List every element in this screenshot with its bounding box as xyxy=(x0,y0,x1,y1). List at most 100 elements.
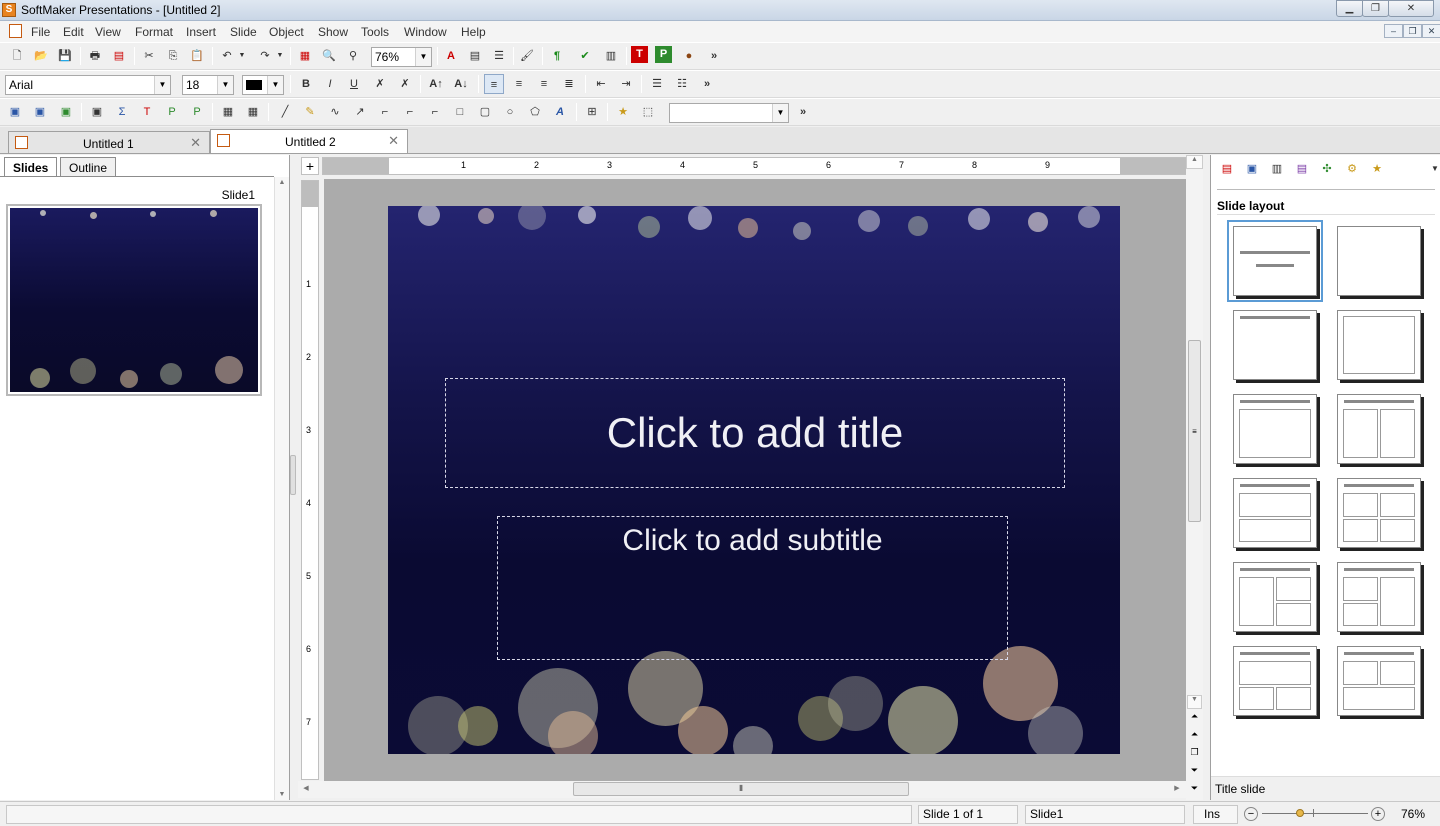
layout-two-content[interactable] xyxy=(1337,394,1421,464)
text-color-combo[interactable]: ▼ xyxy=(242,75,284,95)
star-icon[interactable]: ★ xyxy=(613,102,633,122)
image-icon[interactable]: ▣ xyxy=(56,102,76,122)
grow-font-icon[interactable]: A↑ xyxy=(426,74,446,94)
insert-list-icon[interactable]: ☰ xyxy=(489,46,509,66)
textart-icon[interactable]: A xyxy=(550,102,570,122)
animation-icon[interactable]: ⬚ xyxy=(638,102,658,122)
chevron-down-icon[interactable]: ▼ xyxy=(1425,159,1440,179)
formula-icon[interactable]: Σ xyxy=(112,102,132,122)
status-zoom[interactable]: 76% xyxy=(1401,807,1425,821)
layout-left-tall-right-split[interactable] xyxy=(1233,562,1317,632)
slide-layout-icon[interactable]: ▤ xyxy=(1217,159,1237,179)
menu-view[interactable]: View xyxy=(95,25,121,39)
textmaker-icon[interactable]: T xyxy=(631,46,648,63)
justify-icon[interactable]: ≣ xyxy=(559,74,579,94)
vertical-ruler[interactable]: 1 2 3 4 5 6 7 xyxy=(301,180,319,780)
shrink-font-icon[interactable]: A↓ xyxy=(451,74,471,94)
status-insert-mode[interactable]: Ins xyxy=(1193,805,1238,824)
slide[interactable]: Click to add title Click to add subtitle xyxy=(388,206,1120,754)
curved-connector-icon[interactable]: ⌐ xyxy=(425,102,445,122)
show-formatting-icon[interactable]: ¶ xyxy=(547,46,567,66)
menu-format[interactable]: Format xyxy=(135,25,173,39)
increase-indent-icon[interactable]: ⇥ xyxy=(616,74,636,94)
font-size-combo[interactable]: 18 ▼ xyxy=(182,75,234,95)
format-painter-icon[interactable]: 🖌 xyxy=(517,46,537,66)
horizontal-ruler[interactable]: 1 2 3 4 5 6 7 8 9 xyxy=(322,157,1186,175)
scroll-thumb[interactable]: ≡ xyxy=(1188,340,1201,522)
slide-thumbnail[interactable] xyxy=(6,204,262,396)
frame-icon[interactable]: ▣ xyxy=(5,102,25,122)
tab-untitled-2[interactable]: Untitled 2 ✕ xyxy=(210,129,408,153)
autoshape-icon[interactable]: ⬠ xyxy=(525,102,545,122)
splitter-handle[interactable] xyxy=(290,455,296,495)
picture-frame-icon[interactable]: ▣ xyxy=(30,102,50,122)
subtitle-placeholder[interactable]: Click to add subtitle xyxy=(497,516,1008,660)
slide-view-icon[interactable]: ▦ xyxy=(295,46,315,66)
menu-edit[interactable]: Edit xyxy=(63,25,84,39)
menu-slide[interactable]: Slide xyxy=(230,25,257,39)
title-placeholder[interactable]: Click to add title xyxy=(445,378,1065,488)
media-icon[interactable]: ▦ xyxy=(218,102,238,122)
scroll-right-icon[interactable]: ▶ xyxy=(1170,782,1184,796)
mdi-minimize-button[interactable]: – xyxy=(1384,24,1403,38)
elbow-connector-icon[interactable]: ⌐ xyxy=(400,102,420,122)
chart-icon[interactable]: ▥ xyxy=(601,46,621,66)
close-button[interactable]: ✕ xyxy=(1388,0,1434,17)
bold-icon[interactable]: B xyxy=(296,74,316,94)
chevron-down-icon[interactable]: ▼ xyxy=(267,76,283,94)
color-scheme-icon[interactable]: ▥ xyxy=(1267,159,1287,179)
align-right-icon[interactable]: ≡ xyxy=(534,74,554,94)
layout-content[interactable] xyxy=(1337,310,1421,380)
movie-icon[interactable]: ▦ xyxy=(243,102,263,122)
paste-icon[interactable]: 📋 xyxy=(187,46,207,66)
bullets-icon[interactable]: ☰ xyxy=(647,74,667,94)
insert-table-icon[interactable]: ▤ xyxy=(465,46,485,66)
zoom-combo[interactable]: 76% ▼ xyxy=(371,47,432,67)
tab-slides[interactable]: Slides xyxy=(4,157,58,177)
curve-icon[interactable]: ∿ xyxy=(325,102,345,122)
layout-title-slide[interactable] xyxy=(1227,220,1323,302)
numbering-icon[interactable]: ☷ xyxy=(672,74,692,94)
font-combo[interactable]: Arial ▼ xyxy=(5,75,171,95)
master-icon[interactable]: ▤ xyxy=(1292,159,1312,179)
chevron-down-icon[interactable]: ▼ xyxy=(154,76,170,94)
layout-top-wide-bottom-split[interactable] xyxy=(1233,646,1317,716)
connector-icon[interactable]: ⌐ xyxy=(375,102,395,122)
ole-icon[interactable]: ▣ xyxy=(87,102,107,122)
zoom-slider-track[interactable] xyxy=(1262,813,1368,814)
toolbar-more-icon[interactable]: » xyxy=(697,74,717,94)
decrease-indent-icon[interactable]: ⇤ xyxy=(591,74,611,94)
chevron-down-icon[interactable]: ▼ xyxy=(415,48,431,66)
pdf-icon[interactable]: ▤ xyxy=(109,46,129,66)
toolbar-more-icon[interactable]: » xyxy=(793,102,813,122)
mdi-restore-button[interactable]: ❐ xyxy=(1403,24,1422,38)
spellcheck-icon[interactable]: ✔ xyxy=(575,46,595,66)
menu-window[interactable]: Window xyxy=(404,25,447,39)
scroll-up-icon[interactable]: ▲ xyxy=(1186,155,1203,169)
maximize-button[interactable]: ❐ xyxy=(1362,0,1389,17)
open-icon[interactable]: 📂 xyxy=(31,46,51,66)
layout-top-split-bottom-wide[interactable] xyxy=(1337,646,1421,716)
print-icon[interactable]: 🖶 xyxy=(85,46,105,66)
scroll-thumb[interactable]: ⦀ xyxy=(573,782,909,796)
menu-object[interactable]: Object xyxy=(269,25,304,39)
animation-panel-icon[interactable]: ⚙ xyxy=(1342,159,1362,179)
document-icon[interactable] xyxy=(9,24,22,38)
zoom-slider-thumb[interactable] xyxy=(1296,809,1304,817)
zoom-icon[interactable]: 🔍 xyxy=(319,46,339,66)
layout-title-only[interactable] xyxy=(1233,310,1317,380)
line-icon[interactable]: ╱ xyxy=(275,102,295,122)
pencil-icon[interactable]: ✎ xyxy=(300,102,320,122)
planmaker-chart-icon[interactable]: P xyxy=(187,102,207,122)
slide-view-toggle-icon[interactable]: ❐ xyxy=(1187,747,1202,761)
scroll-left-icon[interactable]: ◀ xyxy=(299,782,313,796)
redo-dropdown-icon[interactable]: ▼ xyxy=(275,46,285,66)
star-icon[interactable]: ★ xyxy=(1367,159,1387,179)
vertical-scrollbar[interactable]: ▲ ≡ ▼ ⏶ ⏶ ❐ ⏷ ⏷ xyxy=(1186,155,1203,800)
mdi-close-button[interactable]: ✕ xyxy=(1422,24,1440,38)
scroll-down-icon[interactable]: ▼ xyxy=(1187,695,1202,709)
design-icon[interactable]: ▣ xyxy=(1242,159,1262,179)
zoom-in-icon[interactable]: + xyxy=(1371,807,1385,821)
align-left-icon[interactable]: ≡ xyxy=(484,74,504,94)
transition-icon[interactable]: ✣ xyxy=(1317,159,1337,179)
